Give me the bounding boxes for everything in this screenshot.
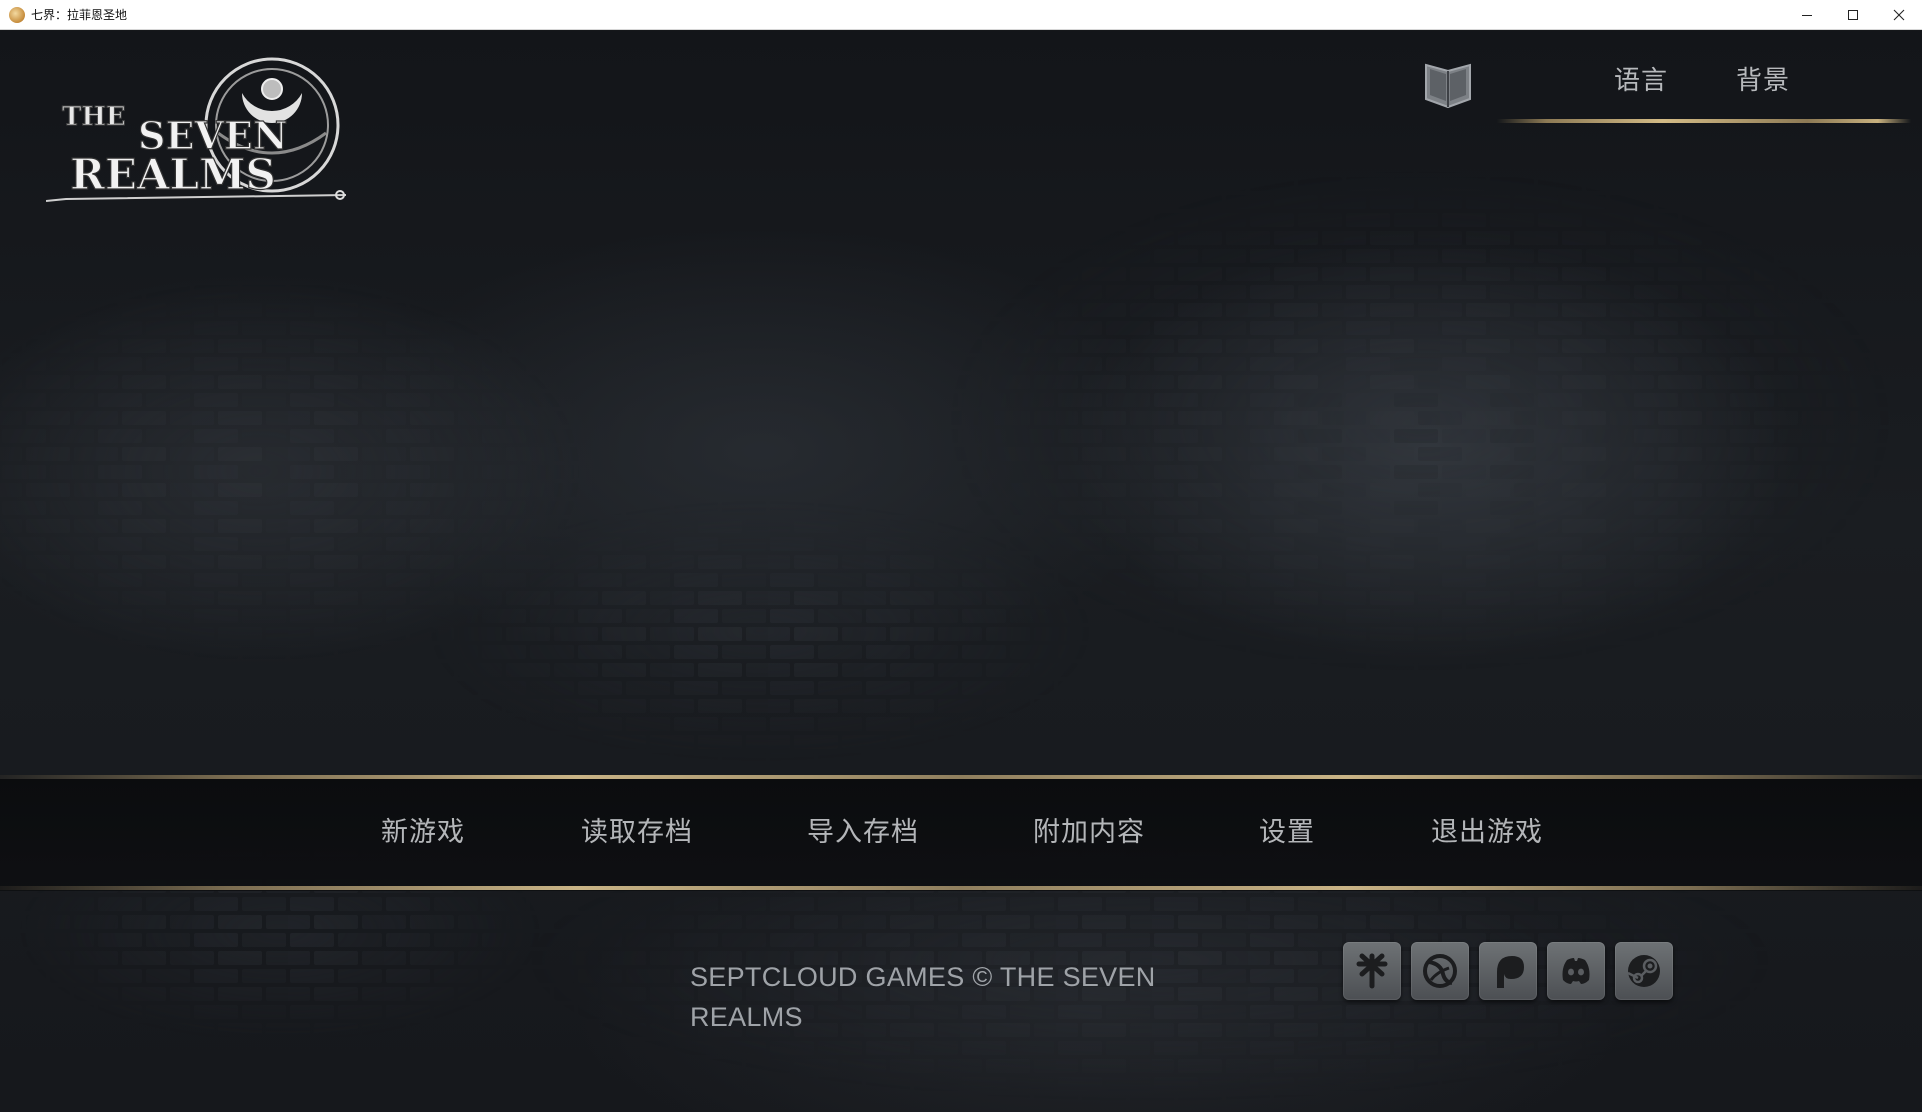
- discord-icon: [1562, 958, 1590, 984]
- itch-swirl-button[interactable]: [1411, 942, 1469, 1000]
- steam-icon: [1627, 955, 1660, 987]
- window-controls: [1784, 0, 1922, 30]
- window-title: 七界：拉菲恩圣地: [31, 8, 128, 22]
- language-button[interactable]: 语言: [1614, 61, 1668, 101]
- the-seven-realms-logo: THE SEVEN REALMS: [46, 57, 347, 202]
- new-game-button[interactable]: 新游戏: [381, 811, 465, 855]
- extras-button[interactable]: 附加内容: [1033, 811, 1145, 855]
- maximize-icon: [1848, 10, 1858, 20]
- logo-realms-text: REALMS: [70, 150, 276, 199]
- menu-band-bottom-border: [0, 886, 1922, 890]
- maximize-button[interactable]: [1830, 0, 1876, 30]
- steam-button[interactable]: [1615, 942, 1673, 1000]
- game-main-menu: THE SEVEN REALMS 语言 背景 新游戏 读取存档 导入存档 附加内…: [0, 31, 1922, 1112]
- copyright-text: SEPTCLOUD GAMES © THE SEVEN REALMS: [690, 962, 1156, 1032]
- main-menu-band: [0, 779, 1922, 891]
- background-button[interactable]: 背景: [1736, 61, 1790, 101]
- open-book-icon: [1425, 63, 1471, 109]
- settings-button[interactable]: 设置: [1259, 811, 1315, 855]
- minimize-button[interactable]: [1784, 0, 1830, 30]
- load-save-button[interactable]: 读取存档: [581, 811, 693, 855]
- linktree-button[interactable]: [1343, 942, 1401, 1000]
- import-save-button[interactable]: 导入存档: [807, 811, 919, 855]
- top-nav-underline: [1497, 119, 1911, 123]
- patreon-icon: [1497, 956, 1524, 988]
- logo-the-text: THE: [62, 102, 126, 132]
- lore-book-button[interactable]: [1421, 57, 1475, 111]
- itch-swirl-icon: [1423, 954, 1457, 988]
- minimize-icon: [1802, 15, 1812, 16]
- app-icon: [9, 6, 25, 23]
- discord-button[interactable]: [1547, 942, 1605, 1000]
- window-title-bar: 七界：拉菲恩圣地: [0, 0, 1922, 30]
- linktree-icon: [1356, 953, 1388, 989]
- close-button[interactable]: [1876, 0, 1922, 30]
- patreon-button[interactable]: [1479, 942, 1537, 1000]
- quit-game-button[interactable]: 退出游戏: [1431, 811, 1543, 855]
- close-icon: [1893, 9, 1905, 21]
